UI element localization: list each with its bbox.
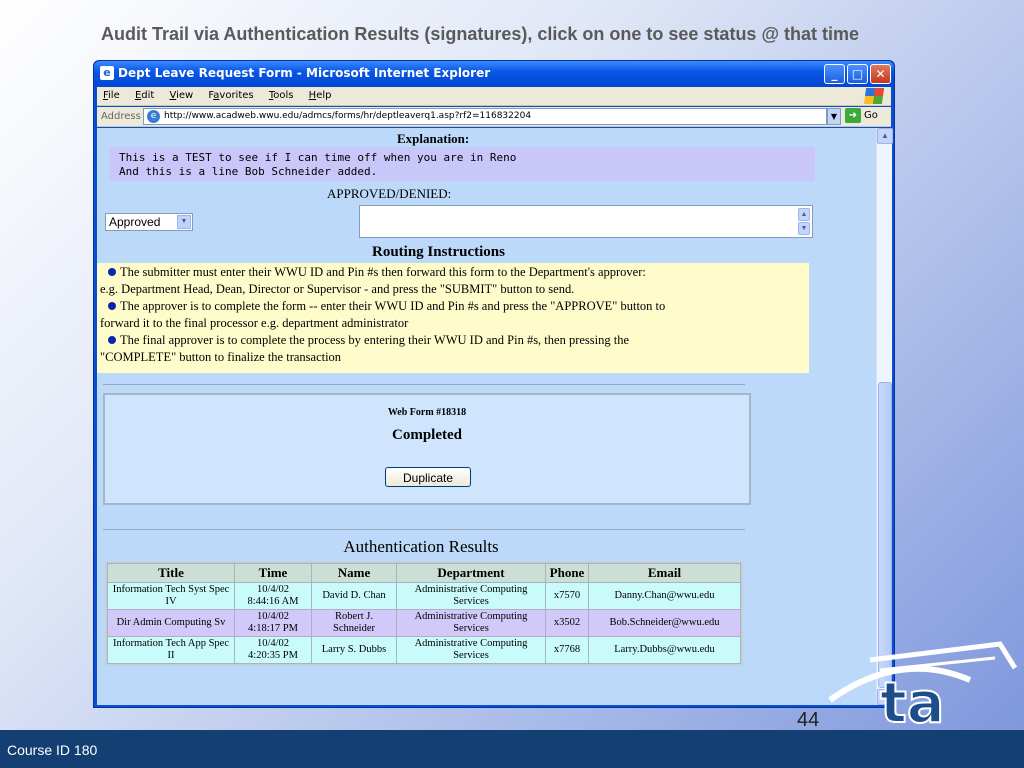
go-arrow-icon: ➜ (845, 108, 861, 123)
auth-results-heading: Authentication Results (343, 537, 499, 556)
window-title: Dept Leave Request Form - Microsoft Inte… (118, 66, 491, 80)
comment-scroll-up-icon[interactable]: ▲ (798, 208, 810, 221)
cell-phone: x7768 (546, 637, 588, 663)
cell-email: Bob.Schneider@wwu.edu (589, 610, 740, 636)
go-button[interactable]: ➜ Go (845, 108, 878, 125)
cell-time: 10/4/02 4:20:35 PM (235, 637, 311, 663)
web-form-status-panel: Web Form #18318 Completed Duplicate (103, 393, 751, 505)
ie-icon: e (100, 66, 114, 80)
window-titlebar[interactable]: e Dept Leave Request Form - Microsoft In… (94, 61, 894, 87)
web-form-id: Web Form #18318 (387, 407, 467, 418)
page-content: Explanation: This is a TEST to see if I … (97, 128, 876, 705)
table-header-row: Title Time Name Department Phone Email (108, 564, 740, 582)
cell-name: Robert J. Schneider (312, 610, 396, 636)
comment-textarea[interactable]: ▲ ▼ (359, 205, 813, 238)
col-time: Time (235, 564, 311, 582)
address-bar: Address e http://www.acadweb.wwu.edu/adm… (97, 107, 891, 127)
course-id: Course ID 180 (7, 742, 98, 758)
cell-email: Danny.Chan@wwu.edu (589, 583, 740, 609)
col-title: Title (108, 564, 234, 582)
cell-time: 10/4/02 8:44:16 AM (235, 583, 311, 609)
cell-email: Larry.Dubbs@wwu.edu (589, 637, 740, 663)
cell-title: Information Tech Syst Spec IV (108, 583, 234, 609)
divider (103, 384, 745, 385)
cell-department: Administrative Computing Services (397, 583, 545, 609)
page-scrollbar[interactable]: ▲ ▼ (876, 128, 893, 705)
menu-tools[interactable]: Tools (263, 87, 300, 101)
minimize-button[interactable]: _ (824, 64, 845, 84)
bullet-icon (108, 302, 116, 310)
menu-favorites[interactable]: Favorites (202, 87, 259, 101)
page-number: 44 (797, 709, 820, 731)
cell-name: Larry S. Dubbs (312, 637, 396, 663)
bullet-icon (108, 336, 116, 344)
cell-phone: x7570 (546, 583, 588, 609)
auth-results-table: Title Time Name Department Phone Email I… (105, 561, 743, 666)
col-department: Department (397, 564, 545, 582)
slide-title: Audit Trail via Authentication Results (… (100, 24, 860, 44)
menu-bar: File Edit View Favorites Tools Help (97, 87, 891, 106)
bullet-icon (108, 268, 116, 276)
col-name: Name (312, 564, 396, 582)
cell-department: Administrative Computing Services (397, 637, 545, 663)
maximize-button[interactable]: □ (847, 64, 868, 84)
table-row[interactable]: Dir Admin Computing Sv 10/4/02 4:18:17 PM… (108, 610, 740, 636)
menu-view[interactable]: View (164, 87, 200, 101)
explanation-label: Explanation: (397, 131, 470, 146)
table-row[interactable]: Information Tech Syst Spec IV 10/4/02 8:4… (108, 583, 740, 609)
form-status: Completed (392, 427, 462, 443)
divider (103, 529, 745, 530)
routing-heading: Routing Instructions (372, 244, 505, 260)
windows-flag-icon (863, 88, 885, 104)
table-row[interactable]: Information Tech App Spec II 10/4/02 4:20… (108, 637, 740, 663)
menu-help[interactable]: Help (303, 87, 338, 101)
approved-denied-select[interactable]: Approved ▼ (105, 213, 193, 231)
cell-phone: x3502 (546, 610, 588, 636)
address-input[interactable]: e http://www.acadweb.wwu.edu/admcs/forms… (143, 108, 827, 125)
scroll-up-icon[interactable]: ▲ (877, 128, 893, 144)
cell-time: 10/4/02 4:18:17 PM (235, 610, 311, 636)
chevron-down-icon[interactable]: ▼ (827, 108, 841, 125)
duplicate-button[interactable]: Duplicate (385, 467, 471, 487)
address-label: Address (101, 111, 141, 122)
close-button[interactable]: ✕ (870, 64, 891, 84)
cell-title: Information Tech App Spec II (108, 637, 234, 663)
address-url: http://www.acadweb.wwu.edu/admcs/forms/h… (164, 111, 532, 121)
browser-window: e Dept Leave Request Form - Microsoft In… (93, 60, 895, 708)
comment-scroll-down-icon[interactable]: ▼ (798, 222, 810, 235)
explanation-textarea[interactable]: This is a TEST to see if I can time off … (109, 147, 815, 181)
routing-instructions: The submitter must enter their WWU ID an… (97, 263, 809, 373)
col-email: Email (589, 564, 740, 582)
menu-edit[interactable]: Edit (129, 87, 160, 101)
col-phone: Phone (546, 564, 588, 582)
logo-icon: ta (828, 641, 1018, 730)
approved-denied-label: APPROVED/DENIED: (327, 186, 452, 201)
footer-bar: Course ID 180 (0, 730, 1024, 768)
cell-name: David D. Chan (312, 583, 396, 609)
cell-title: Dir Admin Computing Sv (108, 610, 234, 636)
cell-department: Administrative Computing Services (397, 610, 545, 636)
chevron-down-icon: ▼ (177, 215, 191, 229)
svg-text:ta: ta (880, 671, 945, 730)
page-icon: e (147, 110, 160, 123)
menu-file[interactable]: File (97, 87, 126, 101)
